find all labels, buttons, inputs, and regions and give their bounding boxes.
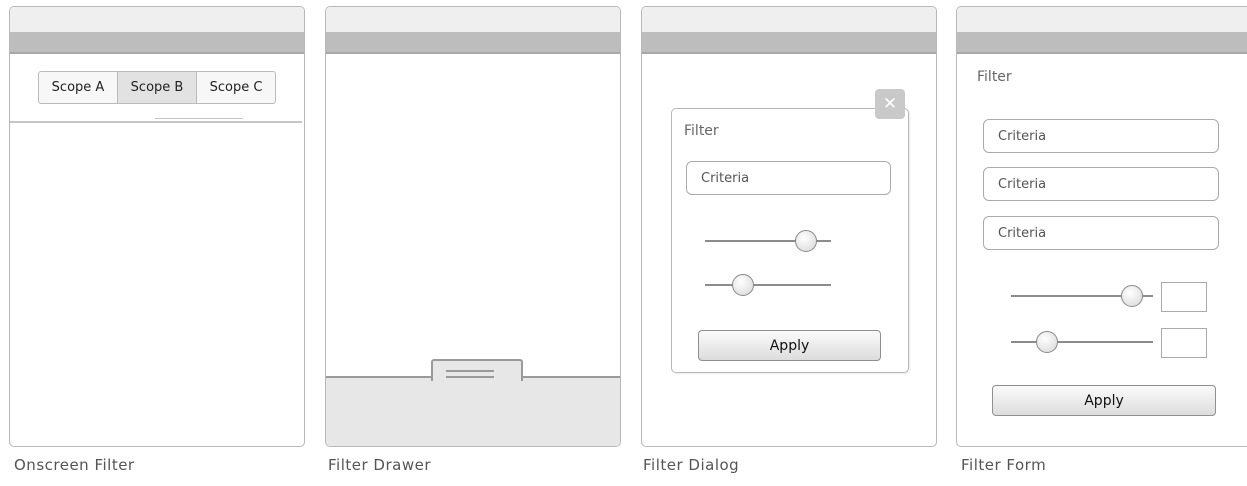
criteria-field[interactable]: Criteria bbox=[983, 119, 1219, 153]
slider-track bbox=[705, 284, 831, 286]
filter-drawer-mockup bbox=[325, 6, 621, 447]
close-icon[interactable]: ✕ bbox=[875, 89, 905, 119]
header-bar bbox=[957, 7, 1247, 54]
caption-filter-drawer: Filter Drawer bbox=[328, 456, 431, 474]
apply-button[interactable]: Apply bbox=[698, 330, 881, 361]
grip-icon bbox=[446, 370, 494, 372]
scope-c-button[interactable]: Scope C bbox=[197, 72, 275, 103]
caption-filter-form: Filter Form bbox=[961, 456, 1047, 474]
filter-dialog-mockup: Filter Criteria Apply ✕ bbox=[641, 6, 937, 447]
divider bbox=[155, 118, 243, 119]
scope-b-button[interactable]: Scope B bbox=[118, 72, 197, 103]
caption-onscreen-filter: Onscreen Filter bbox=[14, 456, 135, 474]
header-bar bbox=[326, 7, 620, 54]
dialog-title: Filter bbox=[684, 123, 719, 139]
slider-track bbox=[1011, 341, 1153, 343]
filter-form-mockup: Filter Criteria Criteria Criteria Apply bbox=[956, 6, 1247, 447]
form-title: Filter bbox=[977, 69, 1012, 85]
header-bar bbox=[642, 7, 936, 54]
slider-value-box[interactable] bbox=[1161, 328, 1207, 358]
slider-thumb[interactable] bbox=[731, 274, 754, 296]
criteria-field[interactable]: Criteria bbox=[686, 161, 891, 195]
criteria-field[interactable]: Criteria bbox=[983, 167, 1219, 201]
grip-icon bbox=[446, 376, 494, 378]
caption-filter-dialog: Filter Dialog bbox=[643, 456, 740, 474]
apply-button[interactable]: Apply bbox=[992, 385, 1216, 416]
scope-a-button[interactable]: Scope A bbox=[39, 72, 118, 103]
slider-thumb[interactable] bbox=[794, 230, 817, 252]
slider-thumb[interactable] bbox=[1035, 331, 1058, 353]
scope-bar: Scope A Scope B Scope C bbox=[38, 71, 276, 104]
slider-thumb[interactable] bbox=[1120, 285, 1143, 307]
filter-drawer bbox=[326, 376, 620, 446]
criteria-field[interactable]: Criteria bbox=[983, 216, 1219, 250]
onscreen-filter-mockup: Scope A Scope B Scope C bbox=[9, 6, 305, 447]
filter-dialog: Filter Criteria Apply bbox=[671, 108, 909, 373]
divider bbox=[10, 121, 302, 123]
slider-value-box[interactable] bbox=[1161, 282, 1207, 312]
header-bar bbox=[10, 7, 304, 54]
